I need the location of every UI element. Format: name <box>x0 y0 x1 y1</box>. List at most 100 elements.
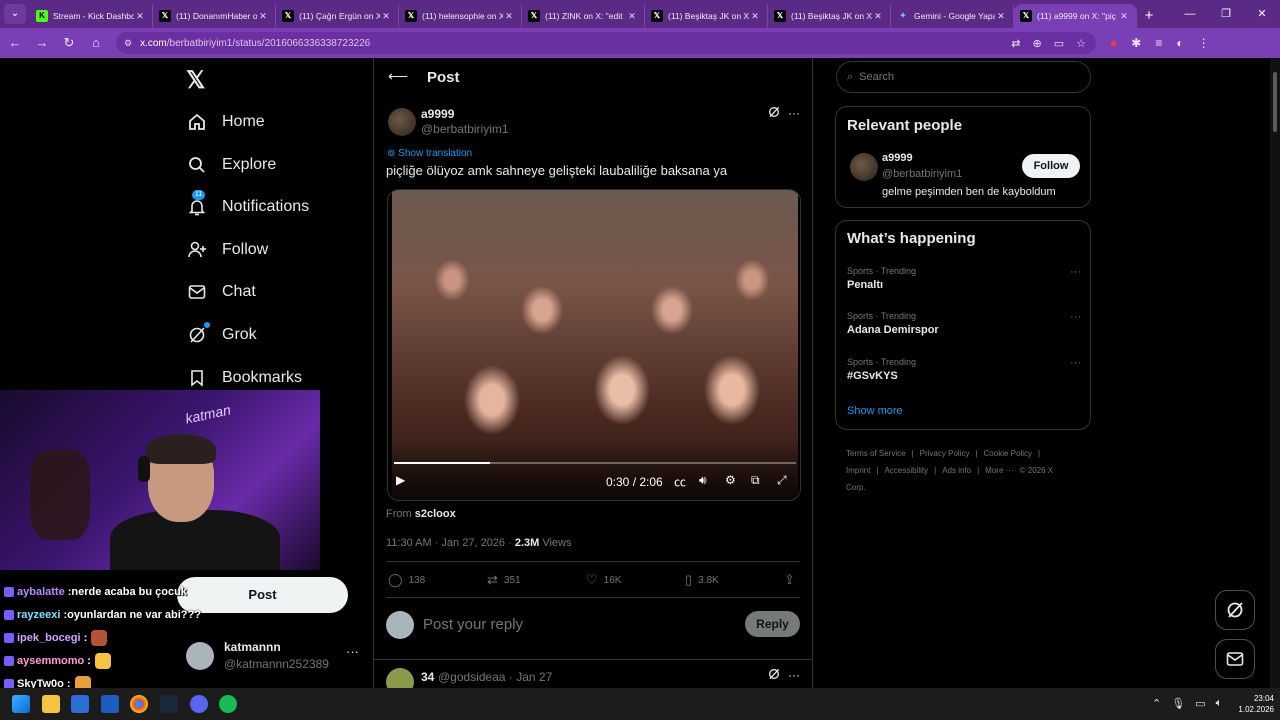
browser-tab[interactable]: ✦ Gemini - Google Yapay ✕ <box>891 4 1014 28</box>
nav-chat[interactable]: Chat <box>186 277 256 307</box>
search-input[interactable]: ⌕ Search <box>836 61 1091 93</box>
messages-fab-icon[interactable] <box>1215 639 1255 679</box>
footer-link[interactable]: Ads info <box>942 466 971 475</box>
author-handle[interactable]: @berbatbiriyim1 <box>421 122 509 136</box>
browser-tab[interactable]: 𝕏 (11) Beşiktaş JK on X ✕ <box>768 4 891 28</box>
trend-more-icon[interactable]: ··· <box>1070 311 1081 323</box>
maximize-button[interactable]: ❐ <box>1208 0 1244 28</box>
grok-explain-icon[interactable] <box>768 106 780 121</box>
repost-action[interactable]: ⇄ 351 <box>487 572 521 588</box>
show-translation-link[interactable]: ⊚ Show translation <box>387 148 472 159</box>
author-name[interactable]: a9999 <box>421 107 454 121</box>
grok-fab-icon[interactable] <box>1215 590 1255 630</box>
mail-app-icon[interactable] <box>71 695 89 713</box>
grok-explain-icon[interactable] <box>768 668 780 683</box>
trend-item[interactable]: Sports · Trending Adana Demirspor ··· <box>847 311 1081 336</box>
profile-avatar-icon[interactable]: ◐ <box>1176 36 1183 50</box>
browser-tab[interactable]: 𝕏 (11) DonanımHaber on X✕ <box>153 4 276 28</box>
post-more-icon[interactable]: ··· <box>788 106 800 120</box>
show-more-link[interactable]: Show more <box>847 405 903 417</box>
tab-search-button[interactable]: ⌄ <box>4 4 26 24</box>
nav-follow[interactable]: Follow <box>186 235 268 265</box>
tab-close-icon[interactable]: ✕ <box>380 11 392 22</box>
browser-tab[interactable]: 𝕏 (11) Çağrı Ergün on X ✕ <box>276 4 399 28</box>
translate-icon[interactable]: ⇄ <box>1011 37 1020 50</box>
home-button[interactable]: ⌂ <box>84 31 108 55</box>
windows-start-icon[interactable] <box>12 695 30 713</box>
page-scrollbar[interactable] <box>1270 58 1280 688</box>
x-logo-icon[interactable]: 𝕏 <box>186 66 205 95</box>
footer-link[interactable]: More ··· <box>985 466 1013 475</box>
browser-menu-icon[interactable]: ⋮ <box>1198 36 1210 50</box>
tab-close-icon[interactable]: ✕ <box>749 11 761 22</box>
play-icon[interactable]: ▶ <box>396 473 405 487</box>
more-icon[interactable]: ··· <box>346 644 359 659</box>
chrome-icon[interactable] <box>130 695 148 713</box>
zoom-icon[interactable]: ⊕ <box>1033 37 1042 50</box>
relevant-person-name[interactable]: a9999 <box>882 152 913 164</box>
tab-close-icon[interactable]: ✕ <box>503 11 515 22</box>
reading-list-icon[interactable]: ≡ <box>1155 36 1162 50</box>
back-button[interactable]: ← <box>3 31 27 55</box>
tab-close-icon[interactable]: ✕ <box>134 11 146 22</box>
footer-link[interactable]: Accessibility <box>885 466 929 475</box>
spotify-icon[interactable] <box>219 695 237 713</box>
trend-more-icon[interactable]: ··· <box>1070 266 1081 278</box>
nav-bookmarks[interactable]: Bookmarks <box>186 363 302 393</box>
discord-icon[interactable] <box>190 695 208 713</box>
close-window-button[interactable]: ✕ <box>1244 0 1280 28</box>
tab-close-icon[interactable]: ✕ <box>626 11 638 22</box>
footer-link[interactable]: Imprint <box>846 466 870 475</box>
address-bar[interactable]: ⚙ x.com/berbatbiriyim1/status/2016066336… <box>116 32 1096 54</box>
browser-tab[interactable]: 𝕏 (11) a9999 on X: "piç ✕ <box>1014 4 1137 28</box>
from-source-link[interactable]: s2cloox <box>415 508 456 520</box>
reply-input[interactable]: Post your reply <box>423 616 523 633</box>
tab-close-icon[interactable]: ✕ <box>1118 11 1130 22</box>
browser-tab[interactable]: 𝕏 (11) ZINK on X: "edit ✕ <box>522 4 645 28</box>
back-arrow-icon[interactable]: ⟵ <box>388 68 408 85</box>
footer-link[interactable]: Terms of Service <box>846 449 906 458</box>
tab-close-icon[interactable]: ✕ <box>257 11 269 22</box>
video-player[interactable]: ▶ 0:30 / 2:06 ㏄ 🔊︎ ⚙ ⧉ ⤢ <box>387 189 801 501</box>
taskbar-clock[interactable]: 23:04 1.02.2026 <box>1228 693 1274 715</box>
forward-button[interactable]: → <box>30 31 54 55</box>
nav-grok[interactable]: Grok <box>186 320 257 350</box>
browser-tab[interactable]: K Stream - Kick Dashboard✕ <box>30 4 153 28</box>
browser-tab[interactable]: 𝕏 (11) helensophie on X ✕ <box>399 4 522 28</box>
nav-explore[interactable]: Explore <box>186 150 276 180</box>
comment-more-icon[interactable]: ··· <box>788 668 800 682</box>
nav-home[interactable]: Home <box>186 107 265 137</box>
post-timestamp[interactable]: 11:30 AM · Jan 27, 2026 · <box>386 537 515 549</box>
browser-tab[interactable]: 𝕏 (11) Beşiktaş JK on X ✕ <box>645 4 768 28</box>
fullscreen-icon[interactable]: ⤢ <box>777 473 787 488</box>
trend-item[interactable]: Sports · Trending #GSvKYS ··· <box>847 357 1081 382</box>
comment-author-handle[interactable]: @godsideaa · Jan 27 <box>438 670 552 684</box>
comment-author-name[interactable]: 34 <box>421 670 434 684</box>
tray-chevron-icon[interactable]: ⌃ <box>1152 697 1161 710</box>
minimize-button[interactable]: — <box>1172 0 1208 28</box>
trend-item[interactable]: Sports · Trending Penaltı ··· <box>847 266 1081 291</box>
outlook-icon[interactable] <box>101 695 119 713</box>
extension-icon[interactable]: ● <box>1110 36 1117 50</box>
bookmark-star-icon[interactable]: ☆ <box>1076 37 1086 50</box>
extensions-puzzle-icon[interactable]: ✱ <box>1131 36 1141 50</box>
network-icon[interactable]: ▭ <box>1195 697 1205 710</box>
bookmark-action[interactable]: ▯ 3.8K <box>685 572 719 588</box>
tab-close-icon[interactable]: ✕ <box>995 11 1007 22</box>
site-info-icon[interactable]: ⚙ <box>124 38 132 49</box>
nav-notifications[interactable]: 11 Notifications <box>186 190 309 222</box>
steam-icon[interactable] <box>160 695 178 713</box>
picture-in-picture-icon[interactable]: ⧉ <box>751 473 760 488</box>
reload-button[interactable]: ↻ <box>57 31 81 55</box>
microphone-icon[interactable]: 🎙︎ <box>1171 697 1185 710</box>
footer-link[interactable]: Privacy Policy <box>920 449 970 458</box>
captions-icon[interactable]: ㏄ <box>674 473 686 490</box>
relevant-person-avatar[interactable] <box>850 153 878 181</box>
trend-more-icon[interactable]: ··· <box>1070 357 1081 369</box>
relevant-person-handle[interactable]: @berbatbiriyim1 <box>882 168 962 180</box>
like-action[interactable]: ♡ 16K <box>586 572 621 588</box>
footer-link[interactable]: Cookie Policy <box>984 449 1032 458</box>
cast-icon[interactable]: ▭ <box>1054 37 1064 50</box>
scrollbar-thumb[interactable] <box>1273 72 1277 132</box>
tab-close-icon[interactable]: ✕ <box>872 11 884 22</box>
